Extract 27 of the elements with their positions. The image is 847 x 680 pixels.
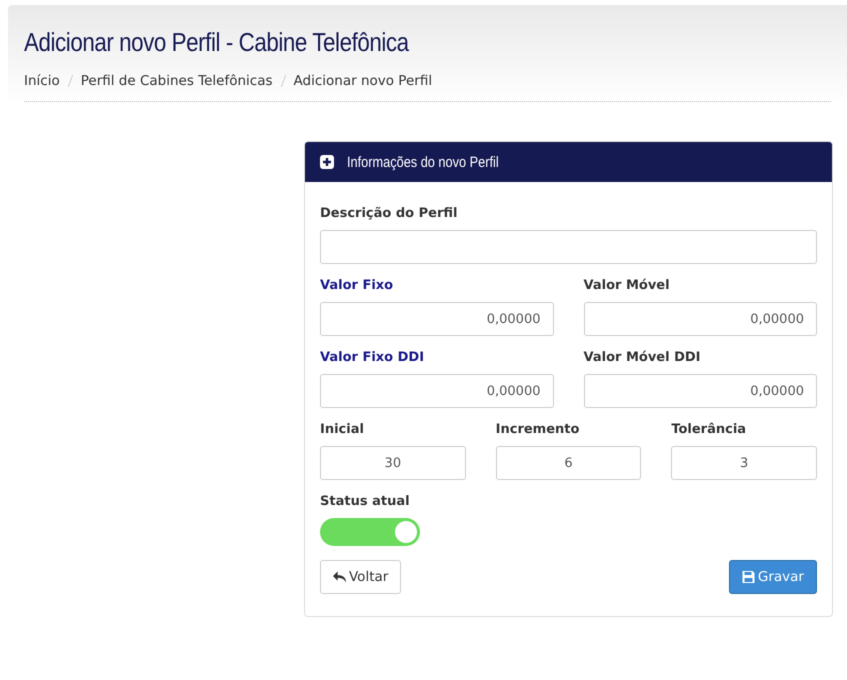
input-field[interactable]: 6 <box>496 446 642 480</box>
page-title: Adicionar novo Perfil - Cabine Telefônica <box>24 27 410 58</box>
input-field[interactable]: 0,00000 <box>320 302 554 336</box>
input-field[interactable]: 0,00000 <box>584 374 817 408</box>
field-label: Descrição do Perfil <box>320 206 458 221</box>
field-label: Valor Móvel <box>584 278 671 293</box>
field-label: Tolerância <box>671 422 748 437</box>
breadcrumb-current: Adicionar novo Perfil <box>294 73 432 89</box>
field-label: Inicial <box>320 422 365 437</box>
panel-title: Informações do novo Perfil <box>347 154 499 170</box>
input-field[interactable] <box>320 230 817 264</box>
field-label: Valor Móvel DDI <box>584 350 702 365</box>
input-field[interactable]: 0,00000 <box>320 374 554 408</box>
field-label: Status atual <box>320 494 411 509</box>
input-field[interactable]: 30 <box>320 446 466 480</box>
field-label: Incremento <box>496 422 580 437</box>
field-label: Valor Fixo DDI <box>320 350 426 365</box>
input-field[interactable]: 0,00000 <box>584 302 817 336</box>
reply-arrow-icon <box>333 571 346 583</box>
status-toggle[interactable] <box>320 518 420 546</box>
input-field[interactable]: 3 <box>671 446 817 480</box>
back-button[interactable]: Voltar <box>320 560 402 594</box>
breadcrumb-link[interactable]: Perfil de Cabines Telefônicas <box>80 73 273 89</box>
save-button[interactable]: Gravar <box>728 560 817 594</box>
breadcrumb-link[interactable]: Início <box>24 73 60 89</box>
field-label: Valor Fixo <box>320 278 394 293</box>
plus-icon <box>320 155 334 169</box>
